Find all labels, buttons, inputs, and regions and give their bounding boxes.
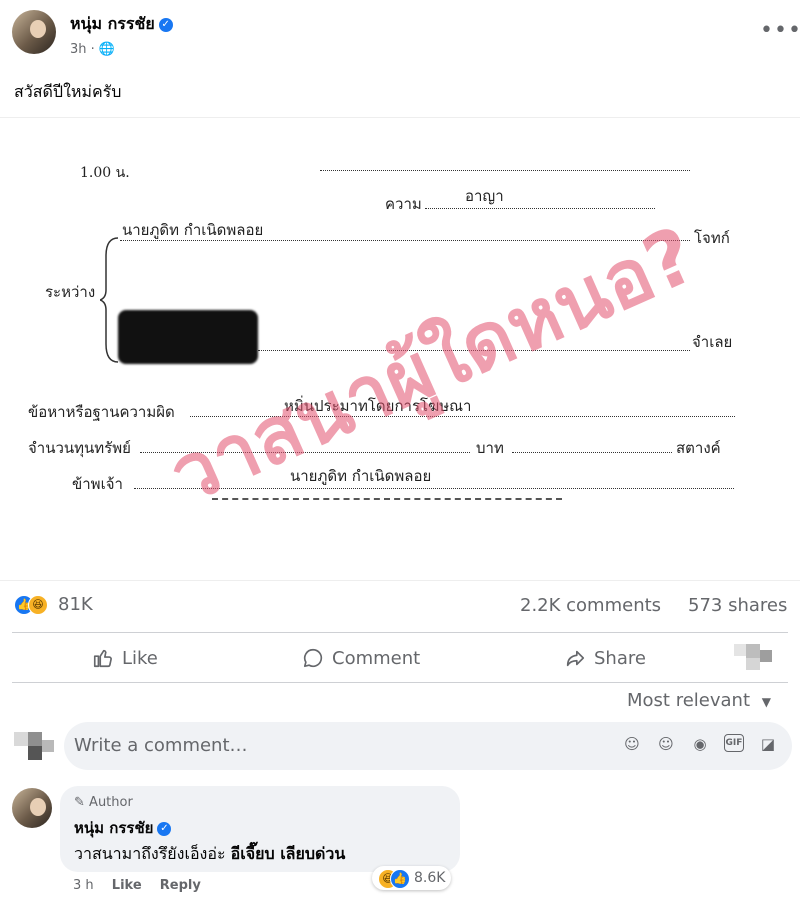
author-name[interactable]: หนุ่ม กรรชัย: [70, 14, 155, 33]
current-user-avatar: [14, 726, 54, 766]
share-button[interactable]: Share: [564, 640, 646, 676]
doc-plaintiff-label: โจทก์: [694, 229, 730, 247]
doc-charge-label: ความ: [385, 195, 422, 213]
comment-meta: 3 h Like Reply: [73, 878, 201, 893]
post-image[interactable]: 1.00 น. ความ อาญา นายภูดิท กำเนิดพลอย โจ…: [0, 117, 800, 581]
comment-tools: ☺ ☺ ◉ GIF ◪: [622, 734, 778, 754]
camera-icon[interactable]: ◉: [690, 734, 710, 754]
comment-reactions[interactable]: 😆 👍 8.6K: [372, 866, 452, 890]
post-meta: 3h · 🌐: [70, 42, 116, 57]
author-avatar[interactable]: [12, 10, 56, 54]
doc-me-label: ข้าพเจ้า: [72, 475, 123, 493]
doc-baht-label: บาท: [476, 439, 504, 457]
comment-placeholder: Write a comment…: [74, 735, 248, 756]
like-button[interactable]: Like: [92, 640, 158, 676]
comment-time[interactable]: 3 h: [73, 878, 94, 893]
commenter-avatar[interactable]: [12, 788, 52, 828]
comment-text: วาสนามาถึงรึยังเอ็งอ่ะ อีเจี๊ยบ เลียบด่ว…: [74, 844, 346, 863]
share-count[interactable]: 573 shares: [688, 595, 787, 616]
doc-charge-value: อาญา: [465, 187, 504, 205]
doc-between-label: ระหว่าง: [45, 283, 96, 301]
commenter-name[interactable]: หนุ่ม กรรชัย: [74, 819, 153, 837]
globe-icon: 🌐: [98, 42, 116, 57]
share-arrow-icon: [566, 650, 585, 667]
caret-down-icon: ▼: [761, 695, 771, 709]
comment-button[interactable]: Comment: [302, 640, 420, 676]
blurred-avatar: [734, 634, 784, 684]
reaction-summary[interactable]: 👍 😆 81K: [14, 594, 93, 615]
doc-amount-label: จำนวนทุนทรัพย์: [28, 439, 131, 457]
comment-reply-button[interactable]: Reply: [160, 878, 201, 893]
redacted-name: [118, 310, 258, 364]
comment-like-button[interactable]: Like: [112, 878, 142, 893]
comment-count[interactable]: 2.2K comments: [520, 595, 661, 616]
comment-reaction-count: 8.6K: [414, 870, 446, 886]
doc-defendant-label: จำเลย: [692, 333, 733, 351]
post-text: สวัสดีปีใหม่ครับ: [14, 82, 122, 101]
doc-satang-label: สตางค์: [676, 439, 721, 457]
divider: [12, 632, 788, 633]
more-options-button[interactable]: •••: [760, 18, 800, 43]
like-reaction-icon: 👍: [390, 869, 410, 889]
verified-badge-icon: ✓: [157, 821, 172, 836]
doc-fragment: 1.00 น.: [80, 165, 130, 181]
post-time[interactable]: 3h: [70, 42, 87, 57]
thumbs-up-icon: [93, 649, 112, 668]
sticker-icon[interactable]: ◪: [758, 734, 778, 754]
author-tag: ✎ Author: [74, 795, 133, 810]
author-name-row: หนุ่ม กรรชัย ✓: [70, 12, 173, 37]
doc-plaintiff-name: นายภูดิท กำเนิดพลอย: [122, 221, 264, 239]
watermark-text: วาสนาผู้ใดหนอ?: [157, 210, 709, 522]
emoji-icon[interactable]: ☺: [656, 734, 676, 754]
divider: [12, 682, 788, 683]
reaction-count: 81K: [58, 594, 93, 615]
sort-dropdown[interactable]: Most relevant ▼: [627, 690, 771, 711]
comment-icon: [303, 648, 323, 668]
sticker-avatar-icon[interactable]: ☺: [622, 734, 642, 754]
commenter-name-row: หนุ่ม กรรชัย ✓: [74, 816, 172, 840]
comment-input[interactable]: Write a comment… ☺ ☺ ◉ GIF ◪: [64, 722, 792, 770]
verified-badge-icon: ✓: [158, 17, 173, 32]
doc-brace: [100, 237, 119, 363]
gif-icon[interactable]: GIF: [724, 734, 744, 752]
comment-bubble: ✎ Author หนุ่ม กรรชัย ✓ วาสนามาถึงรึยังเอ…: [60, 786, 460, 872]
haha-reaction-icon: 😆: [28, 594, 48, 615]
pencil-icon: ✎: [74, 795, 85, 810]
